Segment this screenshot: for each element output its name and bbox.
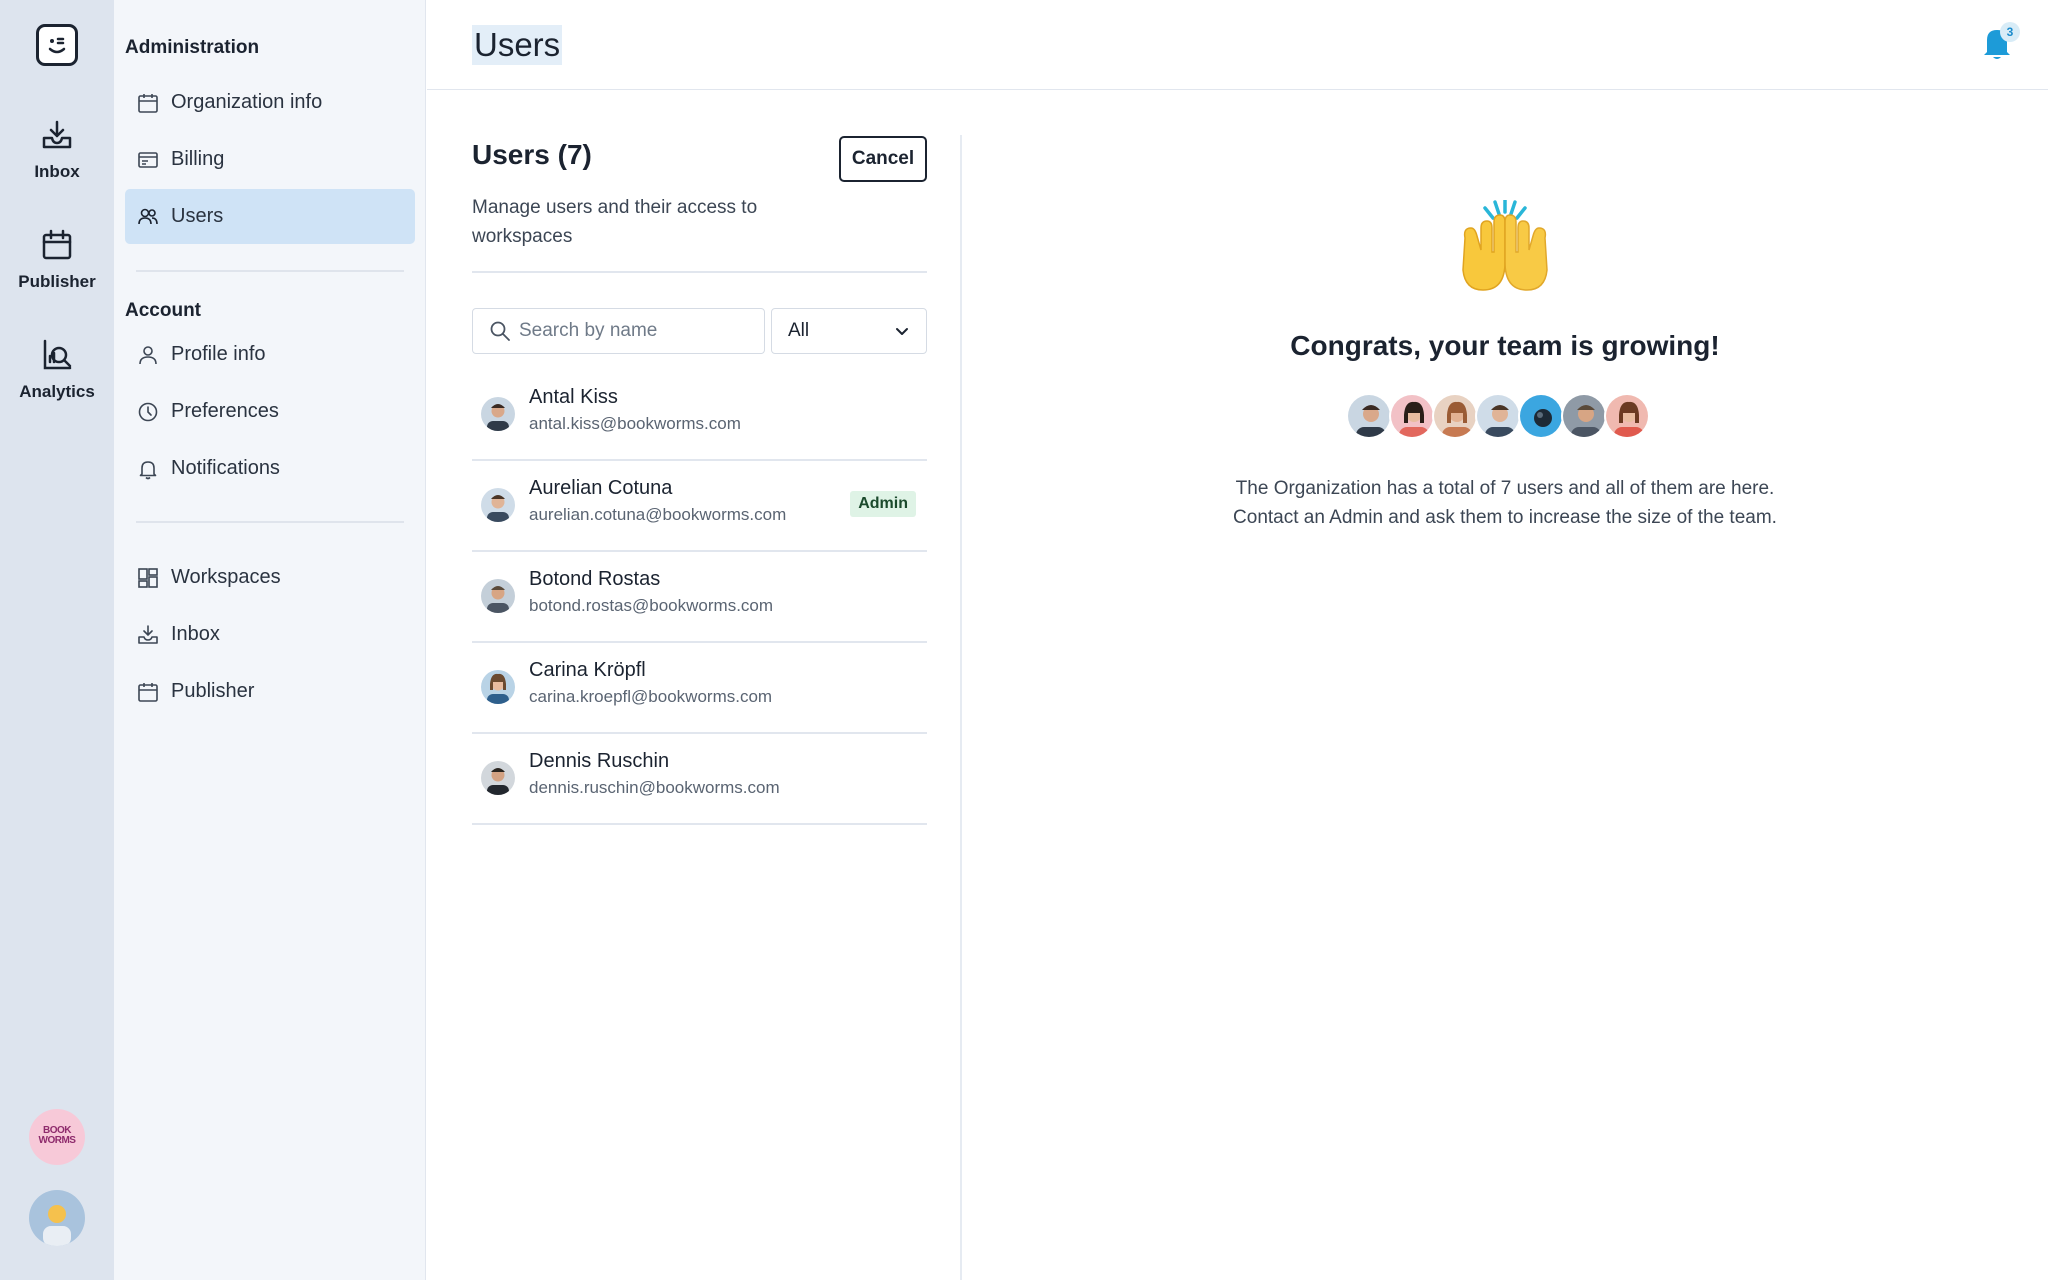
- user-avatar[interactable]: [29, 1190, 85, 1246]
- users-count-title: Users (7): [472, 139, 592, 170]
- panel-separator: [960, 135, 962, 1280]
- sidebar-item-label: Workspaces: [171, 566, 281, 588]
- rail-item-inbox[interactable]: Inbox: [0, 118, 114, 182]
- user-row[interactable]: Antal Kiss antal.kiss@bookworms.com: [472, 370, 927, 461]
- sidebar-item-inbox[interactable]: Inbox: [125, 607, 415, 662]
- user-email: aurelian.cotuna@bookworms.com: [529, 505, 787, 524]
- sidebar-item-label: Organization info: [171, 91, 323, 113]
- sidebar-item-label: Notifications: [171, 457, 280, 479]
- sidebar-item-label: Publisher: [171, 680, 255, 702]
- organization-logo[interactable]: BOOK WORMS: [29, 1109, 85, 1165]
- panel-divider: [472, 271, 927, 273]
- user-name: Aurelian Cotuna: [529, 477, 673, 499]
- sidebar-item-billing[interactable]: Billing: [125, 132, 415, 187]
- clock-icon: [138, 402, 158, 421]
- notification-count-badge: 3: [2000, 22, 2020, 42]
- sidebar-item-notifications[interactable]: Notifications: [125, 441, 415, 496]
- raised-hands-icon: [1462, 200, 1548, 291]
- sidebar-item-label: Users: [171, 205, 224, 227]
- team-avatar: [1389, 393, 1435, 439]
- cancel-button[interactable]: Cancel: [839, 136, 927, 182]
- sidebar-item-users[interactable]: Users: [125, 189, 415, 244]
- team-avatar: [1346, 393, 1392, 439]
- sidebar-item-preferences[interactable]: Preferences: [125, 384, 415, 439]
- calendar-icon: [138, 682, 158, 702]
- sidebar-item-label: Preferences: [171, 400, 279, 422]
- settings-sidebar: Administration Organization info Billing…: [114, 0, 426, 1280]
- sidebar-item-publisher[interactable]: Publisher: [125, 664, 415, 719]
- analytics-icon: [43, 339, 72, 370]
- user-name: Antal Kiss: [529, 386, 618, 408]
- inbox-icon: [138, 624, 158, 644]
- user-email: dennis.ruschin@bookworms.com: [529, 778, 780, 797]
- users-description: Manage users and their access to workspa…: [472, 197, 758, 247]
- user-avatar: [481, 670, 515, 704]
- team-avatar: [1518, 393, 1564, 439]
- team-avatar: [1604, 393, 1650, 439]
- user-avatar: [481, 397, 515, 431]
- administration-heading: Administration: [125, 37, 260, 58]
- users-icon: [138, 208, 158, 224]
- calendar-icon: [138, 93, 158, 113]
- user-avatar: [481, 761, 515, 795]
- calendar-icon: [42, 229, 72, 260]
- app-rail: Inbox Publisher Analytics BOOK WORMS: [0, 0, 114, 1280]
- page-header: Users 3: [427, 0, 2048, 90]
- search-icon: [490, 321, 510, 341]
- team-avatar: [1432, 393, 1478, 439]
- sidebar-item-workspaces[interactable]: Workspaces: [125, 550, 415, 605]
- billing-icon: [138, 151, 158, 168]
- sidebar-item-label: Profile info: [171, 343, 266, 365]
- user-name: Botond Rostas: [529, 568, 661, 590]
- user-name: Carina Kröpfl: [529, 659, 646, 681]
- user-avatar: [481, 579, 515, 613]
- user-list: Antal Kiss antal.kiss@bookworms.com Aure…: [472, 370, 927, 825]
- sidebar-divider: [136, 521, 404, 523]
- org-logo-text: BOOK WORMS: [38, 1125, 76, 1146]
- congrats-line-1: The Organization has a total of 7 users …: [1235, 478, 1775, 499]
- team-avatar: [1475, 393, 1521, 439]
- user-email: botond.rostas@bookworms.com: [529, 596, 774, 615]
- user-avatar: [481, 488, 515, 522]
- chevron-down-icon: [896, 328, 908, 335]
- user-name: Dennis Ruschin: [529, 750, 670, 772]
- user-email: antal.kiss@bookworms.com: [529, 414, 741, 433]
- sidebar-item-organization-info[interactable]: Organization info: [125, 75, 415, 130]
- congrats-line-2: Contact an Admin and ask them to increas…: [1233, 507, 1777, 528]
- bell-icon: [139, 460, 157, 479]
- rail-item-publisher[interactable]: Publisher: [0, 228, 114, 292]
- rail-item-label: Publisher: [18, 272, 96, 291]
- sidebar-item-label: Billing: [171, 148, 225, 170]
- rail-item-analytics[interactable]: Analytics: [0, 338, 114, 402]
- sidebar-item-profile-info[interactable]: Profile info: [125, 327, 415, 382]
- admin-badge: Admin: [850, 491, 916, 517]
- congrats-title: Congrats, your team is growing!: [1290, 330, 1720, 361]
- grid-icon: [138, 567, 158, 588]
- rail-item-label: Inbox: [34, 162, 80, 181]
- filter-value: All: [788, 320, 810, 341]
- user-row[interactable]: Carina Kröpfl carina.kroepfl@bookworms.c…: [472, 643, 927, 734]
- rail-item-label: Analytics: [19, 382, 95, 401]
- team-avatar: [1561, 393, 1607, 439]
- account-heading: Account: [125, 300, 201, 321]
- search-box[interactable]: [472, 308, 765, 354]
- search-input[interactable]: [519, 320, 749, 342]
- sidebar-item-label: Inbox: [171, 623, 220, 645]
- person-icon: [139, 345, 157, 364]
- sidebar-divider: [136, 270, 404, 272]
- team-avatar-stack: [1346, 393, 1650, 439]
- user-row[interactable]: Dennis Ruschin dennis.ruschin@bookworms.…: [472, 734, 927, 825]
- user-email: carina.kroepfl@bookworms.com: [529, 687, 773, 706]
- page-title: Users: [472, 25, 563, 65]
- role-filter-select[interactable]: All: [771, 308, 927, 354]
- congrats-message: The Organization has a total of 7 users …: [962, 474, 2048, 532]
- user-row[interactable]: Botond Rostas botond.rostas@bookworms.co…: [472, 552, 927, 643]
- inbox-icon: [42, 120, 72, 149]
- app-logo-icon[interactable]: [36, 24, 78, 66]
- user-row[interactable]: Aurelian Cotuna aurelian.cotuna@bookworm…: [472, 461, 927, 552]
